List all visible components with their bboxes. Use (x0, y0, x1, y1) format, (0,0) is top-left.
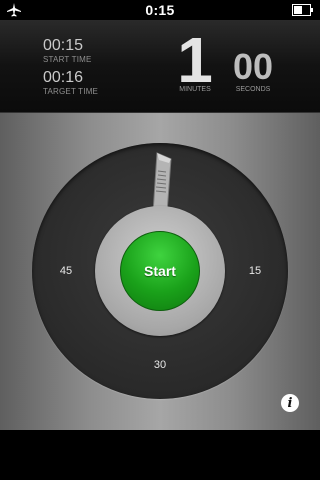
info-icon: i (287, 395, 293, 411)
timer-dial[interactable]: 15 30 45 Start (32, 143, 288, 399)
start-button-ring: Start (95, 206, 225, 336)
dial-area: 15 30 45 Start i (0, 113, 320, 430)
dial-label-30: 30 (153, 359, 167, 371)
status-bar-time: 0:15 (145, 2, 175, 18)
airplane-icon (7, 3, 21, 17)
seconds-value: 00 (232, 46, 274, 87)
minutes-label: MINUTES (179, 86, 211, 93)
status-bar: 0:15 (0, 0, 320, 20)
start-time-label: START TIME (43, 55, 92, 64)
dial-label-15: 15 (248, 265, 262, 277)
target-time-label: TARGET TIME (43, 87, 99, 96)
start-time: 00:15 START TIME (43, 37, 92, 65)
timer-header: 00:15 START TIME 00:16 TARGET TIME 1 00 … (0, 20, 320, 113)
start-button[interactable]: Start (120, 231, 200, 311)
battery-icon (292, 4, 313, 16)
bottom-bar (0, 430, 320, 480)
target-time: 00:16 TARGET TIME (43, 69, 99, 97)
target-time-value: 00:16 (43, 69, 84, 86)
minutes-value: 1 (177, 24, 213, 96)
info-button[interactable]: i (281, 394, 299, 412)
start-time-value: 00:15 (43, 37, 84, 54)
dial-label-45: 45 (59, 265, 73, 277)
seconds-label: SECONDS (235, 86, 271, 93)
